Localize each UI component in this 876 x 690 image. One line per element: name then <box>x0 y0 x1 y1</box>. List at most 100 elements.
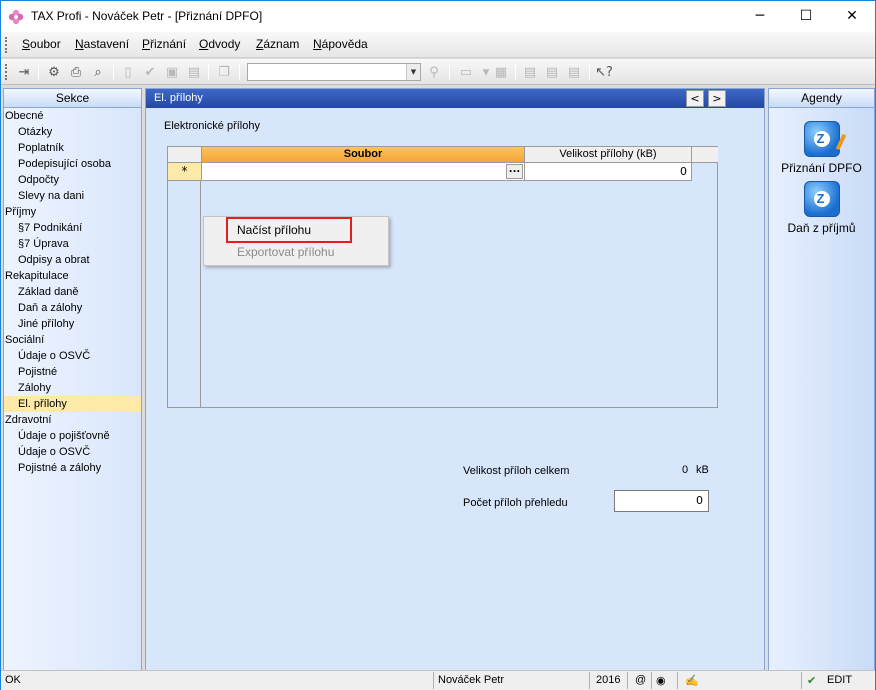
horn-icon: ◉ <box>656 675 666 687</box>
minimize-button[interactable]: ─ <box>737 1 783 32</box>
status-state: OK <box>5 674 21 686</box>
sekce-group[interactable]: Příjmy <box>4 204 141 220</box>
browse-button[interactable]: ... <box>506 164 523 179</box>
copy-icon[interactable]: ❐ <box>215 63 233 81</box>
new-document-icon[interactable]: ▯ <box>119 63 137 81</box>
export-attachment-item[interactable]: Exportovat přílohu <box>204 241 388 263</box>
sekce-item[interactable]: El. přílohy <box>4 396 141 412</box>
status-year: 2016 <box>596 674 621 686</box>
toolbar-separator <box>208 64 209 80</box>
sekce-item[interactable]: §7 Úprava <box>4 236 141 252</box>
menu-napoveda[interactable]: Nápověda <box>313 37 368 51</box>
toolbar-separator <box>449 64 450 80</box>
attachments-grid: Soubor Velikost přílohy (kB) * ... 0 <box>167 146 718 408</box>
signature-icon: ✍ <box>685 675 699 687</box>
sekce-item[interactable]: Základ daně <box>4 284 141 300</box>
sekce-group[interactable]: Zdravotní <box>4 412 141 428</box>
calculator-icon[interactable]: ▦ <box>492 63 510 81</box>
sekce-item[interactable]: Jiné přílohy <box>4 316 141 332</box>
sekce-item[interactable]: Zálohy <box>4 380 141 396</box>
filter-icon[interactable]: ⚲ <box>425 63 443 81</box>
row-header-column <box>168 147 201 407</box>
column-header-file[interactable]: Soubor <box>202 147 525 163</box>
exit-icon[interactable]: ⇥ <box>15 63 33 81</box>
sekce-item[interactable]: Daň a zálohy <box>4 300 141 316</box>
sekce-item[interactable]: Poplatník <box>4 140 141 156</box>
sekce-group[interactable]: Sociální <box>4 332 141 348</box>
settings-icon[interactable]: ⚙ <box>45 63 63 81</box>
status-mode: EDIT <box>827 674 853 686</box>
menu-soubor[interactable]: Soubor <box>22 37 61 51</box>
menu-odvody[interactable]: Odvody <box>199 37 240 51</box>
check-icon[interactable]: ✔ <box>141 63 159 81</box>
attachment-count-label: Počet příloh přehledu <box>463 497 568 509</box>
sekce-item[interactable]: Podepisující osoba <box>4 156 141 172</box>
menu-bar: Soubor Nastavení Přiznání Odvody Záznam … <box>1 32 875 58</box>
maximize-button[interactable]: ☐ <box>783 1 829 32</box>
status-bar: OK Nováček Petr 2016 @ ◉ ✍ ✔ EDIT <box>1 670 875 690</box>
print-icon[interactable]: ⎙ <box>67 63 85 81</box>
toolbar-separator <box>38 64 39 80</box>
agendy-panel: Agendy Z Přiznání DPFO Z Daň z příjmů <box>768 88 875 671</box>
sekce-item[interactable]: Odpočty <box>4 172 141 188</box>
agenda-priznani-dpfo[interactable]: Z Přiznání DPFO <box>769 121 874 175</box>
column-header-filler <box>692 147 718 163</box>
sekce-group[interactable]: Obecné <box>4 108 141 124</box>
status-separator <box>627 672 628 689</box>
menu-zaznam[interactable]: Záznam <box>256 37 299 51</box>
sekce-group[interactable]: Rekapitulace <box>4 268 141 284</box>
status-separator <box>801 672 802 689</box>
main-header: El. přílohy <box>146 89 764 108</box>
toolbar: ⇥ ⚙ ⎙ ⌕ ▯ ✔ ▣ ▤ ❐ ▼ ⚲ ▭ ▾ ▦ ▤ ▤ ▤ ↖? <box>1 59 875 85</box>
column-header-size[interactable]: Velikost přílohy (kB) <box>525 147 692 163</box>
sekce-item[interactable]: Údaje o OSVČ <box>4 348 141 364</box>
file-cell[interactable]: ... <box>202 163 525 181</box>
sekce-item[interactable]: Otázky <box>4 124 141 140</box>
total-size-unit: kB <box>696 464 709 476</box>
sekce-item[interactable]: §7 Podnikání <box>4 220 141 236</box>
agenda-dan-z-prijmu[interactable]: Z Daň z příjmů <box>769 181 874 235</box>
status-separator <box>651 672 652 689</box>
agenda-label: Přiznání DPFO <box>781 161 862 175</box>
folder-icon[interactable]: ▭ <box>457 63 475 81</box>
next-section-button[interactable]: > <box>708 90 726 107</box>
status-at: @ <box>635 674 647 686</box>
chevron-down-icon[interactable]: ▼ <box>406 64 420 80</box>
toolbar-separator <box>239 64 240 80</box>
check-circle-icon: ✔ <box>807 675 817 687</box>
comment-icon[interactable]: ▤ <box>521 63 539 81</box>
sekce-item[interactable]: Pojistné <box>4 364 141 380</box>
toolbar-separator <box>113 64 114 80</box>
status-user: Nováček Petr <box>438 674 505 686</box>
new-row-marker[interactable]: * <box>168 163 202 181</box>
size-cell[interactable]: 0 <box>525 163 692 181</box>
sekce-item[interactable]: Slevy na dani <box>4 188 141 204</box>
sekce-item[interactable]: Pojistné a zálohy <box>4 460 141 476</box>
status-separator <box>433 672 434 689</box>
save-as-icon[interactable]: ▤ <box>185 63 203 81</box>
sekce-item[interactable]: Odpisy a obrat <box>4 252 141 268</box>
save-icon[interactable]: ▣ <box>163 63 181 81</box>
menu-nastaveni[interactable]: Nastavení <box>75 37 129 51</box>
close-button[interactable]: ✕ <box>829 1 875 32</box>
prev-section-button[interactable]: < <box>686 90 704 107</box>
sekce-item[interactable]: Údaje o OSVČ <box>4 444 141 460</box>
tax-form-icon: Z <box>803 121 840 157</box>
help-icon[interactable]: ↖? <box>595 63 613 81</box>
agendy-header: Agendy <box>769 89 874 108</box>
title-bar: TAX Profi - Nováček Petr - [Přiznání DPF… <box>0 0 876 32</box>
app-frame: Soubor Nastavení Přiznání Odvody Záznam … <box>0 32 876 690</box>
main-header-title: El. přílohy <box>154 92 203 104</box>
total-size-value: 0 <box>682 464 689 476</box>
report-icon[interactable]: ▤ <box>565 63 583 81</box>
attachment-count-input[interactable]: 0 <box>614 490 709 512</box>
context-menu: Načíst přílohu Exportovat přílohu <box>203 216 389 266</box>
status-separator <box>677 672 678 689</box>
app-flower-icon <box>8 9 24 25</box>
menu-priznani[interactable]: Přiznání <box>142 37 186 51</box>
print-preview-icon[interactable]: ⌕ <box>89 63 107 81</box>
toolbar-combo[interactable]: ▼ <box>247 63 421 81</box>
list-icon[interactable]: ▤ <box>543 63 561 81</box>
total-size-label: Velikost příloh celkem <box>463 465 570 477</box>
sekce-item[interactable]: Údaje o pojišťovně <box>4 428 141 444</box>
